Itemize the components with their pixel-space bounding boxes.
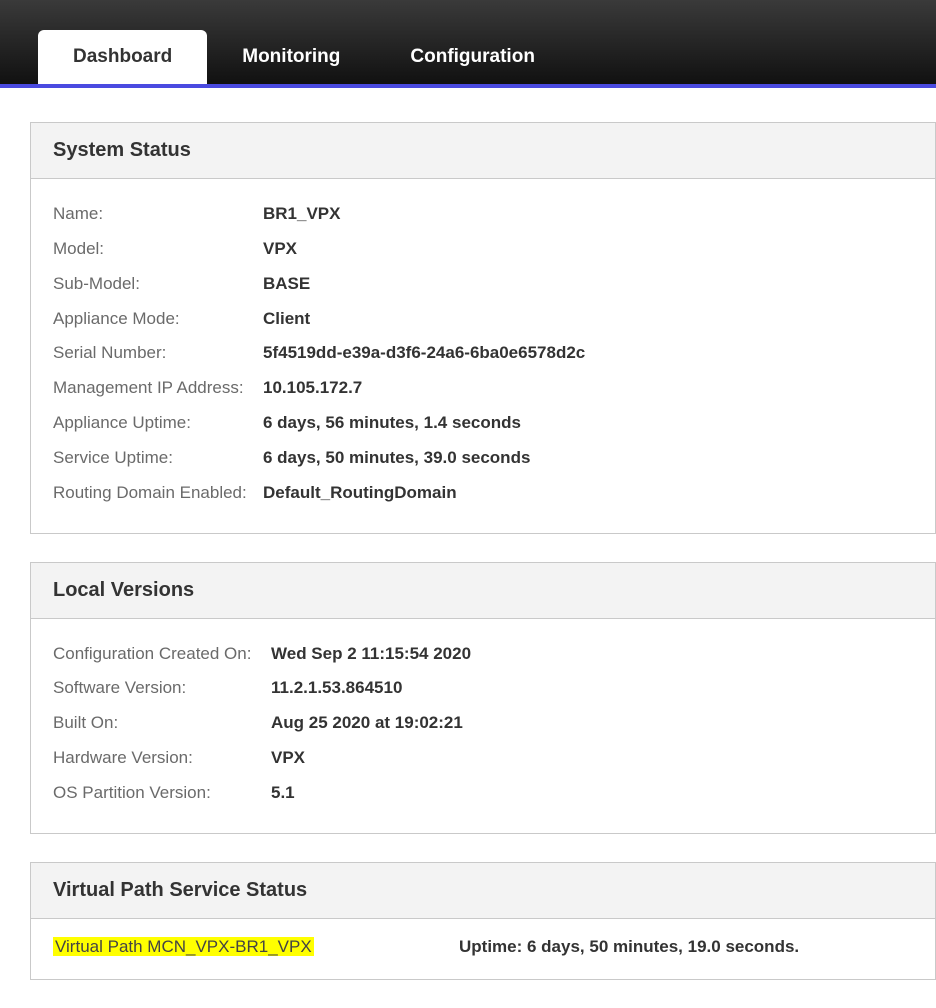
virtual-path-row: Virtual Path MCN_VPX-BR1_VPX Uptime: 6 d… — [53, 937, 913, 957]
system-status-panel: System Status Name: BR1_VPX Model: VPX S… — [30, 122, 936, 534]
value-os-partition: 5.1 — [271, 776, 295, 811]
tab-list: Dashboard Monitoring Configuration — [38, 0, 570, 84]
row-appliance-mode: Appliance Mode: Client — [53, 302, 913, 337]
row-config-created: Configuration Created On: Wed Sep 2 11:1… — [53, 637, 913, 672]
label-routing-domain: Routing Domain Enabled: — [53, 476, 263, 511]
row-os-partition: OS Partition Version: 5.1 — [53, 776, 913, 811]
local-versions-panel: Local Versions Configuration Created On:… — [30, 562, 936, 834]
value-mgmt-ip: 10.105.172.7 — [263, 371, 362, 406]
dashboard-content: System Status Name: BR1_VPX Model: VPX S… — [0, 88, 936, 980]
label-software-version: Software Version: — [53, 671, 271, 706]
row-software-version: Software Version: 11.2.1.53.864510 — [53, 671, 913, 706]
label-model: Model: — [53, 232, 263, 267]
local-versions-body: Configuration Created On: Wed Sep 2 11:1… — [31, 619, 935, 833]
label-name: Name: — [53, 197, 263, 232]
label-submodel: Sub-Model: — [53, 267, 263, 302]
value-appliance-mode: Client — [263, 302, 310, 337]
label-os-partition: OS Partition Version: — [53, 776, 271, 811]
value-service-uptime: 6 days, 50 minutes, 39.0 seconds — [263, 441, 530, 476]
value-appliance-uptime: 6 days, 56 minutes, 1.4 seconds — [263, 406, 521, 441]
row-submodel: Sub-Model: BASE — [53, 267, 913, 302]
value-hardware-version: VPX — [271, 741, 305, 776]
row-serial: Serial Number: 5f4519dd-e39a-d3f6-24a6-6… — [53, 336, 913, 371]
label-mgmt-ip: Management IP Address: — [53, 371, 263, 406]
row-model: Model: VPX — [53, 232, 913, 267]
value-serial: 5f4519dd-e39a-d3f6-24a6-6ba0e6578d2c — [263, 336, 585, 371]
system-status-title: System Status — [31, 123, 935, 179]
tab-monitoring[interactable]: Monitoring — [207, 30, 375, 84]
label-serial: Serial Number: — [53, 336, 263, 371]
value-name: BR1_VPX — [263, 197, 340, 232]
row-mgmt-ip: Management IP Address: 10.105.172.7 — [53, 371, 913, 406]
system-status-body: Name: BR1_VPX Model: VPX Sub-Model: BASE… — [31, 179, 935, 533]
value-submodel: BASE — [263, 267, 310, 302]
local-versions-title: Local Versions — [31, 563, 935, 619]
label-appliance-mode: Appliance Mode: — [53, 302, 263, 337]
value-routing-domain: Default_RoutingDomain — [263, 476, 457, 511]
label-hardware-version: Hardware Version: — [53, 741, 271, 776]
row-service-uptime: Service Uptime: 6 days, 50 minutes, 39.0… — [53, 441, 913, 476]
row-hardware-version: Hardware Version: VPX — [53, 741, 913, 776]
value-config-created: Wed Sep 2 11:15:54 2020 — [271, 637, 471, 672]
virtual-path-title: Virtual Path Service Status — [31, 863, 935, 919]
tab-configuration[interactable]: Configuration — [375, 30, 570, 84]
virtual-path-uptime: Uptime: 6 days, 50 minutes, 19.0 seconds… — [459, 937, 799, 957]
virtual-path-name: Virtual Path MCN_VPX-BR1_VPX — [53, 937, 314, 956]
virtual-path-name-wrap: Virtual Path MCN_VPX-BR1_VPX — [53, 937, 459, 957]
label-built-on: Built On: — [53, 706, 271, 741]
virtual-path-body: Virtual Path MCN_VPX-BR1_VPX Uptime: 6 d… — [31, 919, 935, 979]
row-built-on: Built On: Aug 25 2020 at 19:02:21 — [53, 706, 913, 741]
row-routing-domain: Routing Domain Enabled: Default_RoutingD… — [53, 476, 913, 511]
tab-dashboard[interactable]: Dashboard — [38, 30, 207, 84]
label-config-created: Configuration Created On: — [53, 637, 271, 672]
value-built-on: Aug 25 2020 at 19:02:21 — [271, 706, 463, 741]
label-service-uptime: Service Uptime: — [53, 441, 263, 476]
row-name: Name: BR1_VPX — [53, 197, 913, 232]
value-software-version: 11.2.1.53.864510 — [271, 671, 402, 706]
virtual-path-panel: Virtual Path Service Status Virtual Path… — [30, 862, 936, 980]
top-nav-bar: Dashboard Monitoring Configuration — [0, 0, 936, 88]
label-appliance-uptime: Appliance Uptime: — [53, 406, 263, 441]
value-model: VPX — [263, 232, 297, 267]
row-appliance-uptime: Appliance Uptime: 6 days, 56 minutes, 1.… — [53, 406, 913, 441]
